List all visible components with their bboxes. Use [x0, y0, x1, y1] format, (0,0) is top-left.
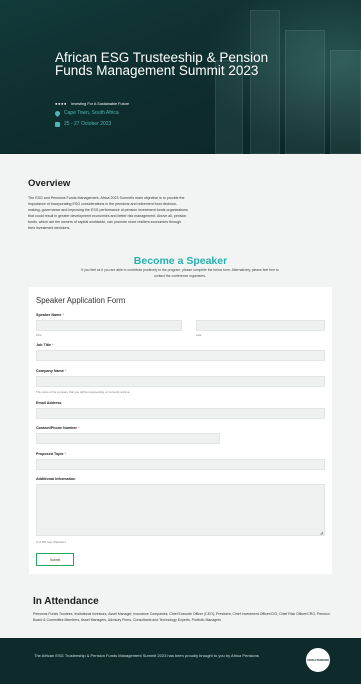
- africa-pensions-logo[interactable]: AFRICA PENSIONS: [305, 647, 331, 673]
- company-name-hint: The name of the company that you will be…: [36, 390, 131, 394]
- company-name-label: Company Name *: [36, 369, 66, 373]
- event-title: African ESG Trusteeship & Pension Funds …: [55, 50, 269, 78]
- submit-button[interactable]: Submit: [36, 553, 74, 566]
- hero-banner: African ESG Trusteeship & Pension Funds …: [0, 0, 361, 154]
- location-row: Cape Town, South Africa: [53, 109, 119, 117]
- first-name-input[interactable]: [36, 320, 182, 331]
- logo-text: AFRICA PENSIONS: [307, 658, 329, 662]
- date-text: 25 - 27 October 2023: [64, 121, 112, 127]
- required-mark: *: [52, 343, 54, 347]
- building-shape: [250, 10, 280, 154]
- email-label-text: Email Address: [36, 401, 62, 405]
- last-name-hint: Last: [196, 333, 202, 337]
- first-name-hint: First: [36, 333, 42, 337]
- location-pin-icon: [53, 109, 62, 117]
- additional-info-textarea[interactable]: ◢: [36, 484, 325, 536]
- job-title-label-text: Job Title: [36, 343, 52, 347]
- job-title-label: Job Title *: [36, 343, 54, 347]
- additional-info-label-text: Additional Information: [36, 477, 76, 481]
- email-label: Email Address: [36, 401, 61, 405]
- required-mark: *: [64, 452, 67, 456]
- footer-text: The African ESG Trusteeship & Pension Fu…: [34, 653, 259, 658]
- become-speaker-heading: Become a Speaker: [133, 255, 228, 267]
- required-mark: *: [64, 369, 67, 373]
- date-row: 25 - 27 October 2023: [55, 121, 111, 127]
- attendance-section: In Attendance Pensions Funds Trustees, I…: [33, 596, 333, 623]
- required-mark: *: [62, 313, 64, 317]
- company-name-label-text: Company Name: [36, 369, 64, 373]
- building-shape: [330, 50, 361, 154]
- company-name-input[interactable]: [36, 376, 325, 387]
- footer: The African ESG Trusteeship & Pension Fu…: [0, 638, 361, 684]
- attendance-text: Pensions Funds Trustees, Insitutional In…: [33, 612, 330, 622]
- required-mark: *: [78, 426, 80, 430]
- job-title-input[interactable]: [36, 350, 325, 361]
- become-speaker-subtext: If you feel as if you are able to contri…: [81, 268, 279, 278]
- proposed-topic-label-text: Proposed Topic: [36, 452, 64, 456]
- building-shape: [285, 30, 325, 154]
- phone-label: Contact/Phone Number *: [36, 426, 79, 430]
- speaker-name-label-text: Speaker Name: [36, 313, 62, 317]
- overview-heading: Overview: [28, 178, 71, 189]
- additional-info-label: Additional Information: [36, 477, 75, 481]
- attendance-heading: In Attendance: [33, 596, 99, 607]
- phone-label-text: Contact/Phone Number: [36, 426, 77, 430]
- last-name-input[interactable]: [196, 320, 325, 331]
- character-count: 0 of 350 max characters: [36, 540, 67, 544]
- proposed-topic-label: Proposed Topic *: [36, 452, 66, 456]
- overview-section: Overview The ESG and Pensions Funds Mana…: [28, 178, 333, 231]
- location-text: Cape Town, South Africa: [64, 110, 119, 116]
- email-input[interactable]: [36, 408, 325, 419]
- proposed-topic-input[interactable]: [36, 459, 325, 470]
- tagline-row: ●●●● Investing For A Sustainable Future: [55, 101, 129, 106]
- tagline-text: Investing For A Sustainable Future: [71, 101, 130, 106]
- resize-handle-icon[interactable]: ◢: [320, 530, 323, 535]
- form-title: Speaker Application Form: [36, 296, 126, 305]
- phone-input[interactable]: [36, 433, 220, 444]
- calendar-icon: [55, 121, 60, 127]
- dots-icon: ●●●●: [55, 101, 68, 106]
- overview-text: The ESG and Pensions Funds Management, A…: [28, 196, 188, 230]
- speaker-name-label: Speaker Name *: [36, 313, 64, 317]
